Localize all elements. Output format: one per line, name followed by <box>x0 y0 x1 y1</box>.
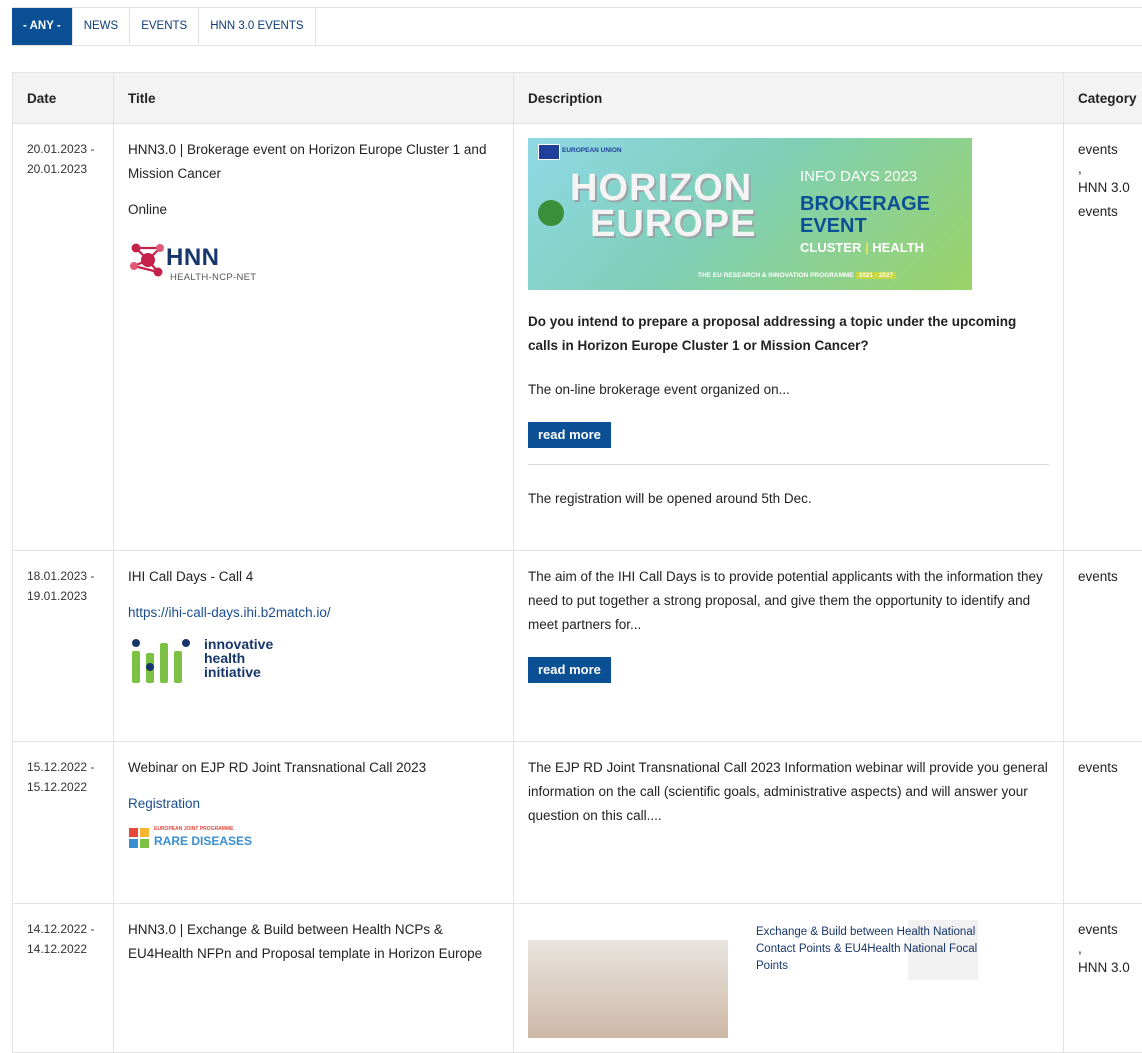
banner-event: EVENT <box>800 215 867 237</box>
date-cell: 20.01.2023 - 20.01.2023 <box>13 124 114 551</box>
event-location: Online <box>128 198 499 222</box>
category-events: events <box>1078 756 1142 780</box>
date-to: 19.01.2023 <box>27 586 99 606</box>
banner-health: HEALTH <box>872 240 924 255</box>
title-cell: HNN3.0 | Brokerage event on Horizon Euro… <box>114 124 514 551</box>
read-more-button[interactable]: read more <box>528 422 611 448</box>
event-title[interactable]: IHI Call Days - Call 4 <box>128 565 499 589</box>
date-to: 20.01.2023 <box>27 159 99 179</box>
description-cell: Exchange & Build between Health National… <box>514 904 1064 1053</box>
ejp-puzzle-icon <box>128 827 150 849</box>
description-cell: The aim of the IHI Call Days is to provi… <box>514 551 1064 742</box>
table-header-row: Date Title Description Category <box>13 73 1142 124</box>
header-date[interactable]: Date <box>13 73 114 124</box>
date-from: 14.12.2022 - <box>27 919 99 939</box>
ihi-line-3: initiative <box>204 665 273 679</box>
table-row: 18.01.2023 - 19.01.2023 IHI Call Days - … <box>13 551 1142 742</box>
date-cell: 15.12.2022 - 15.12.2022 <box>13 742 114 904</box>
tab-any[interactable]: - ANY - <box>12 8 73 45</box>
tab-events[interactable]: EVENTS <box>130 8 199 45</box>
header-title[interactable]: Title <box>114 73 514 124</box>
table-row: 15.12.2022 - 15.12.2022 Webinar on EJP R… <box>13 742 1142 904</box>
event-image[interactable]: Exchange & Build between Health National… <box>528 918 1008 1038</box>
description-cell: The EJP RD Joint Transnational Call 2023… <box>514 742 1064 904</box>
description-registration: The registration will be opened around 5… <box>528 487 1049 511</box>
category-cell: events <box>1064 742 1142 904</box>
banner-brokerage: BROKERAGE <box>800 193 930 215</box>
hnn-logo: HNN HEALTH-NCP-NET <box>128 240 499 290</box>
event-title[interactable]: Webinar on EJP RD Joint Transnational Ca… <box>128 756 499 780</box>
ejp-top-text: EUROPEAN JOINT PROGRAMME <box>154 826 233 833</box>
date-cell: 14.12.2022 - 14.12.2022 <box>13 904 114 1053</box>
banner-europe: EUROPE <box>590 204 756 244</box>
category-events: events <box>1078 565 1142 589</box>
ihi-logo-text: innovative health initiative <box>204 637 273 679</box>
ihi-line-2: health <box>204 651 273 665</box>
category-cell: events , HNN 3.0 events <box>1064 124 1142 551</box>
banner-horizon: HORIZON <box>570 168 752 208</box>
event-photo <box>528 940 728 1038</box>
title-cell: Webinar on EJP RD Joint Transnational Ca… <box>114 742 514 904</box>
ihi-line-1: innovative <box>204 637 273 651</box>
category-cell: events <box>1064 551 1142 742</box>
header-category[interactable]: Category <box>1064 73 1142 124</box>
date-to: 15.12.2022 <box>27 777 99 797</box>
tab-hnn-events[interactable]: HNN 3.0 EVENTS <box>199 8 315 45</box>
hnn-logo-text: HNN <box>166 244 220 272</box>
description-cell: EUROPEAN UNION HORIZON EUROPE INFO DAYS … <box>514 124 1064 551</box>
hnn-logo-subtext: HEALTH-NCP-NET <box>170 272 256 284</box>
header-description[interactable]: Description <box>514 73 1064 124</box>
description-text: The on-line brokerage event organized on… <box>528 378 1049 402</box>
date-from: 20.01.2023 - <box>27 139 99 159</box>
tab-news[interactable]: NEWS <box>73 8 131 45</box>
category-events: events <box>1078 138 1142 162</box>
event-title[interactable]: HNN3.0 | Brokerage event on Horizon Euro… <box>128 138 499 186</box>
event-link[interactable]: https://ihi-call-days.ihi.b2match.io/ <box>128 605 331 620</box>
category-separator: , <box>1078 162 1142 176</box>
table-row: 14.12.2022 - 14.12.2022 HNN3.0 | Exchang… <box>13 904 1142 1053</box>
title-cell: IHI Call Days - Call 4 https://ihi-call-… <box>114 551 514 742</box>
table-row: 20.01.2023 - 20.01.2023 HNN3.0 | Brokera… <box>13 124 1142 551</box>
date-from: 18.01.2023 - <box>27 566 99 586</box>
ejp-main-text: RARE DISEASES <box>154 834 252 848</box>
tree-icon <box>538 200 564 226</box>
banner-footer: THE EU RESEARCH & INNOVATION PROGRAMME 2… <box>698 271 896 281</box>
rare-diseases-logo: EUROPEAN JOINT PROGRAMME RARE DISEASES <box>128 824 499 854</box>
banner-cluster-health: CLUSTER | HEALTH <box>800 240 924 256</box>
date-from: 15.12.2022 - <box>27 757 99 777</box>
category-hnn-events: HNN 3.0 events <box>1078 176 1142 224</box>
date-cell: 18.01.2023 - 19.01.2023 <box>13 551 114 742</box>
registration-link[interactable]: Registration <box>128 796 200 811</box>
description-text: The aim of the IHI Call Days is to provi… <box>528 565 1049 637</box>
date-to: 14.12.2022 <box>27 939 99 959</box>
event-image-text: Exchange & Build between Health National… <box>756 924 1006 975</box>
banner-programme: THE EU RESEARCH & INNOVATION PROGRAMME <box>698 272 854 279</box>
category-hnn: HNN 3.0 <box>1078 956 1142 980</box>
category-separator: , <box>1078 942 1142 956</box>
events-table: Date Title Description Category 20.01.20… <box>12 72 1142 1053</box>
event-title[interactable]: HNN3.0 | Exchange & Build between Health… <box>128 918 499 966</box>
title-cell: HNN3.0 | Exchange & Build between Health… <box>114 904 514 1053</box>
category-cell: events , HNN 3.0 <box>1064 904 1142 1053</box>
filter-tabs: - ANY - NEWS EVENTS HNN 3.0 EVENTS <box>12 7 1142 46</box>
banner-info: INFO DAYS 2023 <box>800 168 917 186</box>
ihi-logo-mark-icon <box>128 637 198 685</box>
description-text: The EJP RD Joint Transnational Call 2023… <box>528 756 1049 828</box>
eu-flag-icon <box>538 144 560 160</box>
read-more-button[interactable]: read more <box>528 657 611 683</box>
description-lead: Do you intend to prepare a proposal addr… <box>528 310 1049 358</box>
category-events: events <box>1078 918 1142 942</box>
divider <box>528 464 1049 465</box>
horizon-banner[interactable]: EUROPEAN UNION HORIZON EUROPE INFO DAYS … <box>528 138 972 290</box>
banner-cluster: CLUSTER <box>800 240 861 255</box>
banner-years: 2021 - 2027 <box>856 272 897 279</box>
ihi-logo: innovative health initiative <box>128 637 499 687</box>
eu-label: EUROPEAN UNION <box>562 145 622 157</box>
